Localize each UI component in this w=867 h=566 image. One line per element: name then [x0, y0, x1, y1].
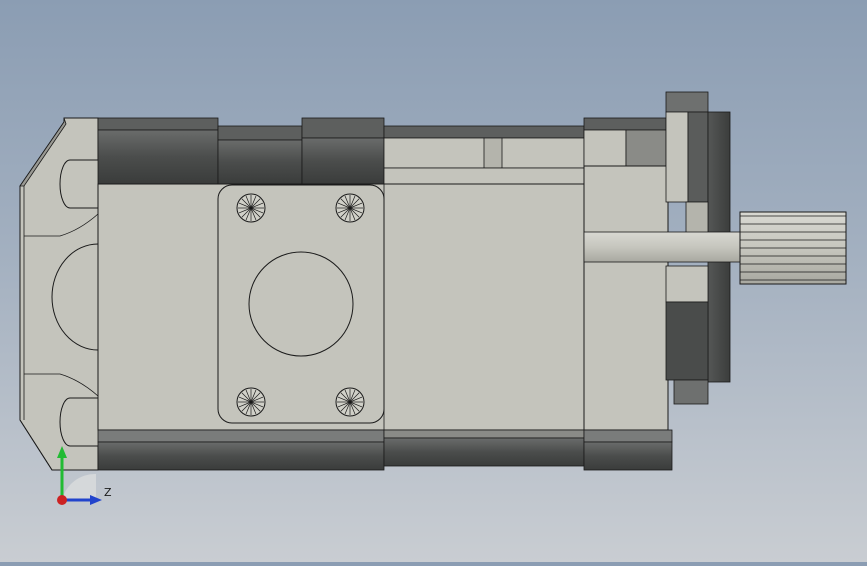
pump-model[interactable] [0, 0, 867, 562]
y-axis-arrow-icon [57, 446, 67, 458]
graphics-viewport[interactable] [0, 0, 867, 562]
flange-bolt-top-right [335, 193, 365, 223]
x-axis-dot-icon [57, 495, 67, 505]
flange-bolt-bottom-left [236, 387, 266, 417]
outlet-port[interactable] [248, 251, 354, 357]
lower-housing[interactable] [97, 429, 673, 471]
flange-bolt-top-left [236, 193, 266, 223]
z-axis-label: Z [104, 486, 112, 499]
port-flange[interactable] [217, 184, 385, 424]
upper-housing[interactable] [97, 117, 667, 185]
reference-triad: Z [48, 438, 118, 508]
flange-bolt-bottom-right [335, 387, 365, 417]
top-bolt-boss [59, 159, 98, 209]
